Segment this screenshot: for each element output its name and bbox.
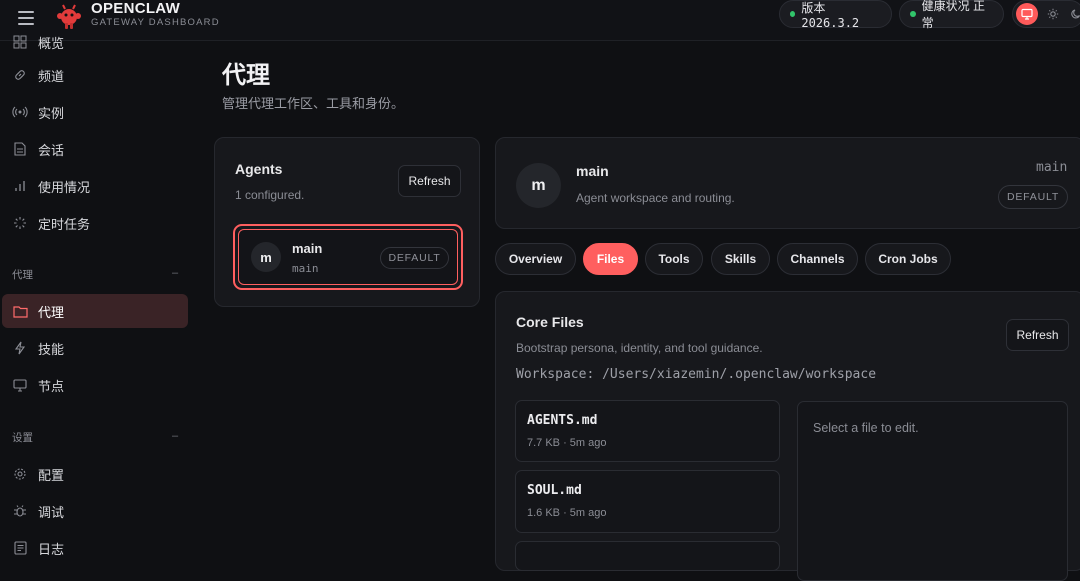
agents-refresh-button[interactable]: Refresh <box>398 165 461 197</box>
sidebar-item-label: 调试 <box>38 504 65 520</box>
bug-icon <box>12 503 28 519</box>
sidebar-item-config[interactable]: 配置 <box>2 457 188 491</box>
moon-icon[interactable] <box>1065 3 1080 25</box>
agent-selection-outline: m main main DEFAULT <box>233 224 463 290</box>
sidebar-item-overview[interactable]: 概览 <box>2 25 188 59</box>
sidebar: 概览 频道 实例 会话 使用情况 定时任务 代理 – 代理 技能 节点 设置 –… <box>0 35 194 557</box>
agent-id: main <box>1036 160 1068 175</box>
sidebar-item-label: 配置 <box>38 467 65 483</box>
workspace-path: Workspace: /Users/xiazemin/.openclaw/wor… <box>516 367 877 382</box>
sidebar-item-channels[interactable]: 频道 <box>2 58 188 92</box>
agent-id: main <box>292 262 319 275</box>
sidebar-item-sessions[interactable]: 会话 <box>2 132 188 166</box>
gear-icon <box>12 466 28 482</box>
page-title: 代理 <box>222 62 270 89</box>
file-meta: 1.6 KB · 5m ago <box>527 507 607 519</box>
agents-count: 1 configured. <box>235 188 305 202</box>
collapse-icon[interactable]: – <box>172 267 178 279</box>
sidebar-item-nodes[interactable]: 节点 <box>2 368 188 402</box>
monitor-icon <box>12 377 28 393</box>
sidebar-item-cron[interactable]: 定时任务 <box>2 206 188 240</box>
sidebar-item-label: 使用情况 <box>38 179 91 195</box>
health-pill: 健康状况 正常 <box>899 0 1004 30</box>
broadcast-icon <box>12 104 28 120</box>
sun-icon[interactable] <box>1042 3 1064 25</box>
tab-channels[interactable]: Channels <box>777 243 858 275</box>
menu-icon[interactable] <box>18 11 34 25</box>
core-files-subtitle: Bootstrap persona, identity, and tool gu… <box>516 341 763 355</box>
agent-name: main <box>292 241 323 256</box>
status-dot-icon <box>910 11 916 17</box>
default-badge: DEFAULT <box>380 247 449 269</box>
file-editor-panel[interactable]: Select a file to edit. <box>797 401 1068 581</box>
page-subtitle: 管理代理工作区、工具和身份。 <box>222 96 405 111</box>
nav-group-settings: 设置 <box>12 432 33 444</box>
core-files-title: Core Files <box>516 314 584 330</box>
monitor-theme-icon[interactable] <box>1016 3 1038 25</box>
agent-header-card: m main Agent workspace and routing. main… <box>495 137 1080 229</box>
health-text: 健康状况 正常 <box>921 0 986 30</box>
sidebar-item-label: 会话 <box>38 142 65 158</box>
status-dot-icon <box>790 11 796 17</box>
tab-files[interactable]: Files <box>583 243 638 275</box>
agent-list-item[interactable]: m main main DEFAULT <box>238 229 458 285</box>
log-icon <box>12 540 28 556</box>
sidebar-item-label: 代理 <box>38 304 65 320</box>
theme-switcher <box>1012 0 1080 28</box>
file-name: AGENTS.md <box>527 413 598 428</box>
version-pill: 版本 2026.3.2 <box>779 0 892 30</box>
default-badge: DEFAULT <box>998 185 1068 209</box>
sidebar-item-logs[interactable]: 日志 <box>2 531 188 565</box>
tab-cron-jobs[interactable]: Cron Jobs <box>865 243 951 275</box>
sidebar-item-agents[interactable]: 代理 <box>2 294 188 328</box>
agent-avatar: m <box>251 242 281 272</box>
agents-panel-title: Agents <box>235 161 283 177</box>
loader-icon <box>12 215 28 231</box>
agent-name: main <box>576 163 609 179</box>
files-refresh-button[interactable]: Refresh <box>1006 319 1069 351</box>
sidebar-item-label: 技能 <box>38 341 65 357</box>
agent-avatar: m <box>516 163 561 208</box>
document-icon <box>12 141 28 157</box>
folder-icon <box>12 303 28 319</box>
dashboard-icon <box>12 34 28 50</box>
tab-tools[interactable]: Tools <box>645 243 703 275</box>
sidebar-item-label: 节点 <box>38 378 65 394</box>
file-meta: 7.7 KB · 5m ago <box>527 437 607 449</box>
sidebar-item-label: 频道 <box>38 68 65 84</box>
file-name: SOUL.md <box>527 483 582 498</box>
tab-skills[interactable]: Skills <box>711 243 770 275</box>
editor-placeholder: Select a file to edit. <box>813 421 919 435</box>
link-icon <box>12 67 28 83</box>
collapse-icon[interactable]: – <box>172 430 178 442</box>
version-text: 版本 2026.3.2 <box>801 0 860 30</box>
tab-overview[interactable]: Overview <box>495 243 576 275</box>
lightning-icon <box>12 340 28 356</box>
file-item-partial[interactable] <box>515 541 780 571</box>
sidebar-item-usage[interactable]: 使用情况 <box>2 169 188 203</box>
sidebar-item-label: 实例 <box>38 105 65 121</box>
sidebar-item-label: 概览 <box>38 35 65 51</box>
file-item-soul[interactable]: SOUL.md 1.6 KB · 5m ago <box>515 470 780 533</box>
agent-description: Agent workspace and routing. <box>576 191 735 205</box>
bar-chart-icon <box>12 178 28 194</box>
nav-group-agent: 代理 <box>12 269 33 281</box>
sidebar-item-instances[interactable]: 实例 <box>2 95 188 129</box>
brand-title: OPENCLAW <box>91 0 181 17</box>
sidebar-item-debug[interactable]: 调试 <box>2 494 188 528</box>
agents-panel: Agents 1 configured. Refresh m main main… <box>214 137 480 307</box>
sidebar-item-label: 定时任务 <box>38 216 91 232</box>
sidebar-item-skills[interactable]: 技能 <box>2 331 188 365</box>
file-item-agents[interactable]: AGENTS.md 7.7 KB · 5m ago <box>515 400 780 462</box>
